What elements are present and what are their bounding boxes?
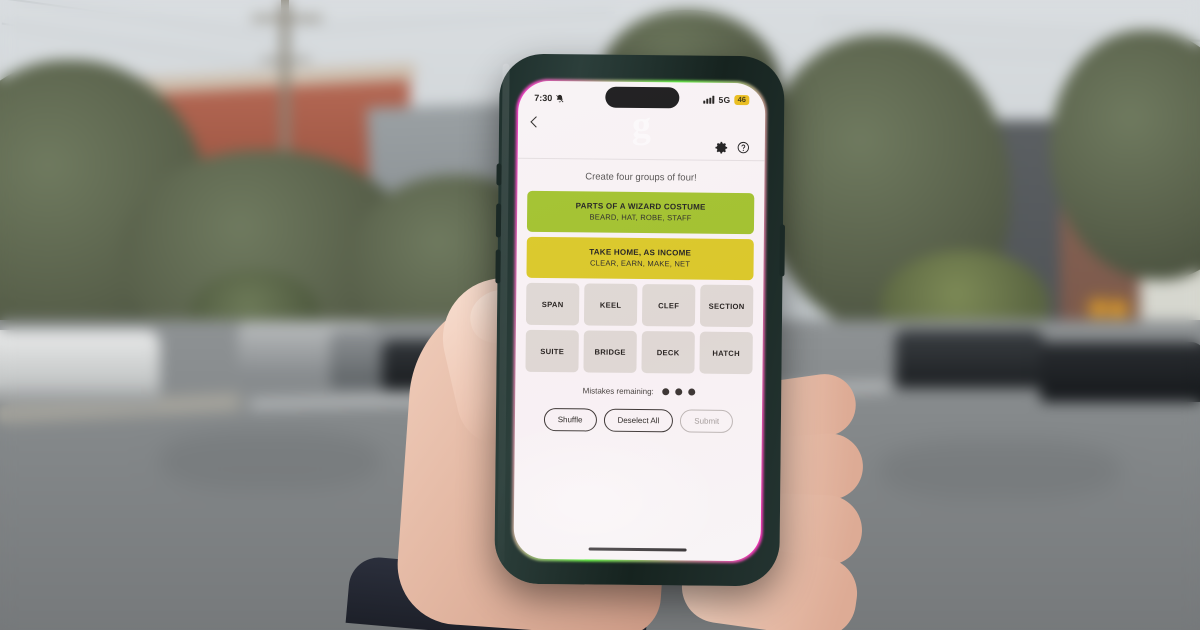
question-circle-icon[interactable] <box>737 141 750 154</box>
phone-screen: 7:30 5G 46 g Create four groups of four!… <box>513 80 766 562</box>
home-indicator[interactable] <box>588 547 687 552</box>
bell-slash-icon <box>556 94 564 102</box>
mistake-dot <box>661 388 669 396</box>
volume-down-button[interactable] <box>495 249 501 284</box>
cellular-bars-icon <box>703 95 715 104</box>
network-label: 5G <box>718 94 731 105</box>
dynamic-island <box>604 86 679 109</box>
nav-bar: g <box>518 104 765 146</box>
solved-group: TAKE HOME, AS INCOME CLEAR, EARN, MAKE, … <box>526 236 754 281</box>
submit-button[interactable]: Submit <box>680 409 734 433</box>
word-tile[interactable]: SPAN <box>525 282 580 326</box>
solved-group-category: PARTS OF A WIZARD COSTUME <box>575 201 706 212</box>
mistakes-row: Mistakes remaining: <box>525 386 752 397</box>
power-button[interactable] <box>779 224 786 277</box>
shuffle-button[interactable]: Shuffle <box>543 408 597 432</box>
word-tile[interactable]: KEEL <box>583 283 638 326</box>
mute-switch[interactable] <box>496 163 502 186</box>
volume-up-button[interactable] <box>495 203 502 238</box>
mistakes-dots <box>661 388 695 396</box>
toolbar <box>517 134 765 162</box>
solved-group-words: BEARD, HAT, ROBE, STAFF <box>589 212 692 223</box>
action-buttons: Shuffle Deselect All Submit <box>525 408 752 433</box>
mistake-dot <box>674 388 682 396</box>
status-time: 7:30 <box>534 92 553 104</box>
word-tile[interactable]: SECTION <box>699 284 754 328</box>
status-bar: 7:30 5G 46 <box>518 81 765 112</box>
game-board: PARTS OF A WIZARD COSTUME BEARD, HAT, RO… <box>515 190 764 434</box>
solved-group-category: TAKE HOME, AS INCOME <box>589 247 692 258</box>
word-tile[interactable]: CLEF <box>641 284 696 327</box>
word-tile[interactable]: BRIDGE <box>583 330 637 373</box>
smartphone: 7:30 5G 46 g Create four groups of four!… <box>494 53 786 587</box>
solved-group-words: CLEAR, EARN, MAKE, NET <box>589 258 691 269</box>
word-tile[interactable]: SUITE <box>525 329 579 373</box>
word-tile[interactable]: HATCH <box>699 331 753 375</box>
word-grid: SPAN KEEL CLEF SECTION SUITE BRIDGE DECK… <box>525 282 754 375</box>
mistake-dot <box>687 388 695 396</box>
battery-indicator: 46 <box>734 94 750 106</box>
deselect-all-button[interactable]: Deselect All <box>603 408 674 433</box>
game-subtitle: Create four groups of four! <box>585 171 697 184</box>
solved-group: PARTS OF A WIZARD COSTUME BEARD, HAT, RO… <box>526 190 755 235</box>
back-button[interactable] <box>530 116 542 128</box>
gear-icon[interactable] <box>715 141 728 154</box>
word-tile[interactable]: DECK <box>641 331 695 374</box>
mistakes-label: Mistakes remaining: <box>582 386 654 397</box>
